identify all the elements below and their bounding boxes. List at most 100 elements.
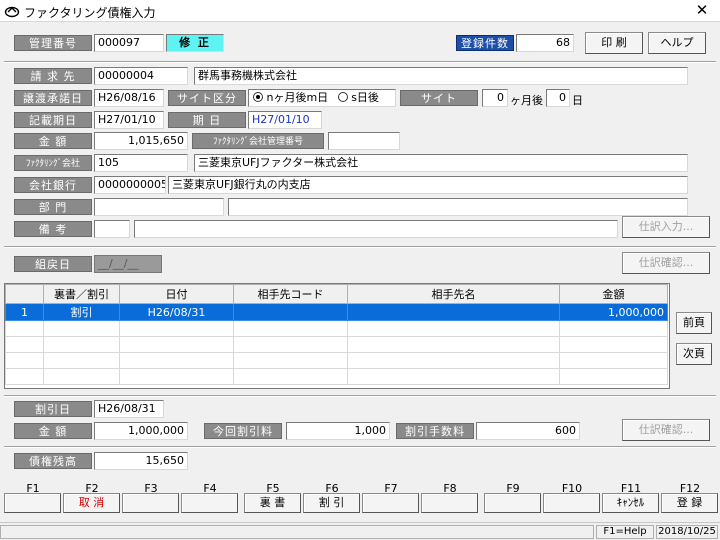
mgmt-no-field[interactable]: 000097 xyxy=(94,34,164,52)
fkey-f11-button[interactable]: ｷｬﾝｾﾙ xyxy=(602,493,659,513)
due-date-label: 期 日 xyxy=(168,112,246,128)
table-row[interactable] xyxy=(5,352,668,369)
print-button[interactable]: 印 刷 xyxy=(585,32,643,54)
fkey-f1-button[interactable] xyxy=(4,493,61,513)
grid-header-row: 裏書／割引 日付 相手先コード 相手先名 金額 xyxy=(5,284,668,304)
table-row[interactable]: 1 割引 H26/08/31 1,000,000 xyxy=(5,303,668,321)
site-option-1-label: nヶ月後m日 xyxy=(266,91,329,104)
site-days-unit: 日 xyxy=(572,94,583,107)
discount-charge-label: 割引手数料 xyxy=(396,423,474,439)
site-option-1-radio[interactable] xyxy=(253,92,263,102)
amount-label: 金 額 xyxy=(14,133,92,149)
separator xyxy=(4,446,716,448)
title-bar: ファクタリング債権入力 ✕ xyxy=(0,0,720,22)
row-date: H26/08/31 xyxy=(119,303,234,321)
due-date-field[interactable]: H27/01/10 xyxy=(248,111,322,129)
fkey-f7-button[interactable] xyxy=(362,493,419,513)
discount-journal-confirm-button[interactable]: 仕訳確認... xyxy=(622,419,710,441)
help-button[interactable]: ヘルプ xyxy=(648,32,706,54)
table-row[interactable] xyxy=(5,368,668,385)
discount-date-label: 割引日 xyxy=(14,401,92,417)
grid-header-type[interactable]: 裏書／割引 xyxy=(43,284,120,304)
factor-mgmt-field[interactable] xyxy=(328,132,400,150)
discount-amount-field[interactable]: 1,000,000 xyxy=(94,422,188,440)
mode-indicator: 修 正 xyxy=(166,34,224,52)
separator xyxy=(4,395,716,397)
site-days-field[interactable]: 0 xyxy=(546,89,570,107)
row-amount: 1,000,000 xyxy=(559,303,668,321)
transaction-grid[interactable]: 裏書／割引 日付 相手先コード 相手先名 金額 1 割引 H26/08/31 1… xyxy=(4,283,670,389)
discount-amount-label: 金 額 xyxy=(14,423,92,439)
dept-name-field[interactable] xyxy=(228,198,688,216)
record-date-field[interactable]: H27/01/10 xyxy=(94,111,164,129)
grid-header-no xyxy=(5,284,44,304)
dept-label: 部 門 xyxy=(14,199,92,215)
factor-mgmt-label: ﾌｧｸﾀﾘﾝｸﾞ会社管理番号 xyxy=(192,133,324,149)
discount-charge-field[interactable]: 600 xyxy=(476,422,580,440)
grid-header-amount[interactable]: 金額 xyxy=(559,284,668,304)
site-label: サイト xyxy=(400,90,478,106)
fkey-f3-button[interactable] xyxy=(122,493,179,513)
prev-page-button[interactable]: 前頁 xyxy=(676,312,712,334)
note-code-field[interactable] xyxy=(94,220,130,238)
next-page-button[interactable]: 次頁 xyxy=(676,343,712,365)
fkey-f9-button[interactable] xyxy=(484,493,541,513)
table-row[interactable] xyxy=(5,336,668,353)
client-label: 請 求 先 xyxy=(14,68,92,84)
window-title: ファクタリング債権入力 xyxy=(24,6,156,20)
table-row[interactable] xyxy=(5,320,668,337)
dept-code-field[interactable] xyxy=(94,198,224,216)
count-field: 68 xyxy=(516,34,574,52)
transfer-date-label: 譲渡承諾日 xyxy=(14,90,92,106)
site-months-unit: ヶ月後 xyxy=(510,94,543,107)
balance-label: 債権残高 xyxy=(14,453,92,469)
grid-header-name[interactable]: 相手先名 xyxy=(347,284,560,304)
amount-field[interactable]: 1,015,650 xyxy=(94,132,188,150)
fkey-f10-button[interactable] xyxy=(543,493,600,513)
bank-code-field[interactable]: 0000000005 xyxy=(94,176,166,194)
note-label: 備 考 xyxy=(14,221,92,237)
client-code-field[interactable]: 00000004 xyxy=(94,67,188,85)
status-help: F1=Help xyxy=(596,525,654,539)
bank-name-field[interactable]: 三菱東京UFJ銀行丸の内支店 xyxy=(168,176,688,194)
discount-date-field[interactable]: H26/08/31 xyxy=(94,400,164,418)
record-date-label: 記載期日 xyxy=(14,112,92,128)
factor-company-label: ﾌｧｸﾀﾘﾝｸﾞ会社 xyxy=(14,155,92,171)
row-code xyxy=(233,303,348,321)
app-icon xyxy=(4,6,20,18)
fkey-f4-button[interactable] xyxy=(181,493,238,513)
factor-code-field[interactable]: 105 xyxy=(94,154,188,172)
site-type-group: nヶ月後m日 s日後 xyxy=(248,89,396,107)
site-type-label: サイト区分 xyxy=(168,90,246,106)
row-no: 1 xyxy=(5,303,44,321)
site-option-2-label: s日後 xyxy=(351,91,379,104)
balance-field: 15,650 xyxy=(94,452,188,470)
transfer-date-field[interactable]: H26/08/16 xyxy=(94,89,164,107)
discount-fee-field[interactable]: 1,000 xyxy=(286,422,390,440)
grid-table: 裏書／割引 日付 相手先コード 相手先名 金額 1 割引 H26/08/31 1… xyxy=(5,284,668,385)
site-option-2-radio[interactable] xyxy=(337,92,348,102)
status-message-cell xyxy=(0,525,594,539)
return-date-label: 組戻日 xyxy=(14,256,92,272)
journal-confirm-button[interactable]: 仕訳確認... xyxy=(622,252,710,274)
count-label: 登録件数 xyxy=(456,35,514,51)
site-months-field[interactable]: 0 xyxy=(482,89,508,107)
fkey-f2-button[interactable]: 取 消 xyxy=(63,493,120,513)
client-name-field[interactable]: 群馬事務機株式会社 xyxy=(194,67,688,85)
factor-name-field[interactable]: 三菱東京UFJファクター株式会社 xyxy=(194,154,688,172)
journal-input-button[interactable]: 仕訳入力... xyxy=(622,216,710,238)
discount-fee-label: 今回割引料 xyxy=(204,423,282,439)
fkey-f12-button[interactable]: 登 録 xyxy=(661,493,718,513)
close-icon[interactable]: ✕ xyxy=(692,1,712,19)
grid-header-date[interactable]: 日付 xyxy=(119,284,234,304)
fkey-f8-button[interactable] xyxy=(421,493,478,513)
fkey-f6-button[interactable]: 割 引 xyxy=(303,493,360,513)
return-date-field[interactable]: __/__/__ xyxy=(94,255,162,273)
separator xyxy=(4,61,716,63)
note-text-field[interactable] xyxy=(134,220,618,238)
status-date: 2018/10/25 xyxy=(656,525,718,539)
separator xyxy=(4,246,716,248)
grid-header-code[interactable]: 相手先コード xyxy=(233,284,348,304)
row-type: 割引 xyxy=(43,303,120,321)
fkey-f5-button[interactable]: 裏 書 xyxy=(244,493,301,513)
